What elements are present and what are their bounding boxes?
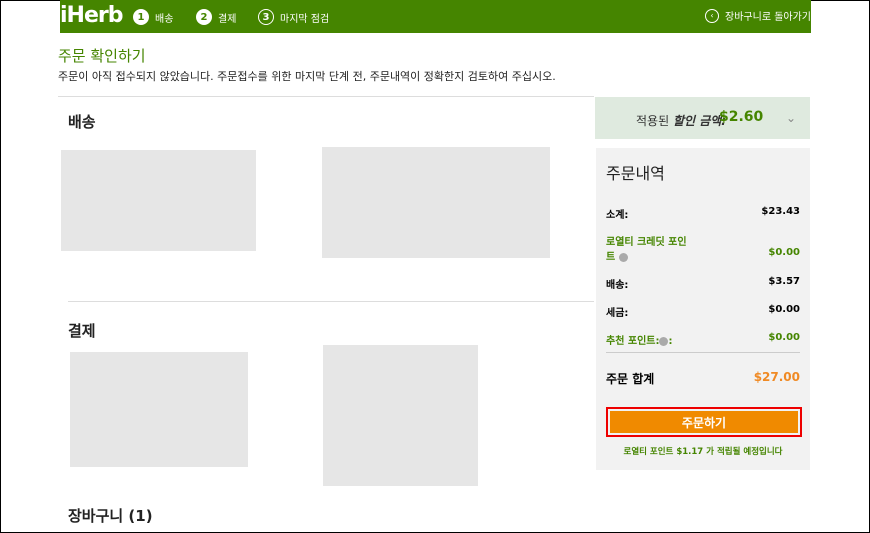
loyalty-credit-row: 로열티 크레딧 포인 트 $0.00 <box>606 233 800 263</box>
shipping-label: 배송: <box>606 280 629 291</box>
page-title: 주문 확인하기 <box>58 47 146 65</box>
referral-points-label: 추천 포인트: <box>606 336 660 347</box>
back-to-cart-label: 장바구니로 돌아가기 <box>725 12 811 23</box>
order-total-value: $27.00 <box>753 370 800 384</box>
order-button-highlight: 주문하기 <box>606 407 802 437</box>
order-total-label: 주문 합계 <box>606 372 655 386</box>
step-label: 마지막 점검 <box>280 13 330 25</box>
shipping-method-placeholder <box>322 147 550 258</box>
place-order-button[interactable]: 주문하기 <box>610 411 798 433</box>
shipping-row: 배송: $3.57 <box>606 276 800 291</box>
step-shipping[interactable]: 1 배송 <box>133 8 173 26</box>
subtotal-value: $23.43 <box>761 206 800 217</box>
step-label: 배송 <box>155 13 174 25</box>
subtotal-row: 소계: $23.43 <box>606 206 800 221</box>
tax-value: $0.00 <box>768 304 800 315</box>
divider <box>68 301 594 302</box>
back-to-cart-link[interactable]: ‹ 장바구니로 돌아가기 <box>705 8 811 23</box>
tax-row: 세금: $0.00 <box>606 304 800 319</box>
referral-points-value: $0.00 <box>768 332 800 343</box>
order-summary-panel: 주문내역 소계: $23.43 로열티 크레딧 포인 트 $0.00 배송: $… <box>596 148 810 470</box>
iherb-logo[interactable]: iHerb <box>60 3 123 28</box>
loyalty-credit-value: $0.00 <box>768 247 800 258</box>
billing-address-placeholder <box>323 345 478 486</box>
order-summary-title: 주문내역 <box>606 164 665 183</box>
order-total-row: 주문 합계 $27.00 <box>606 370 800 387</box>
page-subtitle: 주문이 아직 접수되지 않았습니다. 주문접수를 위한 마지막 단계 전, 주문… <box>58 70 556 83</box>
shipping-address-placeholder <box>61 150 256 251</box>
step-final-review: 3 마지막 점검 <box>258 8 329 26</box>
discount-amount: $2.60 <box>719 109 764 125</box>
payment-method-placeholder <box>70 352 248 467</box>
divider <box>58 96 594 97</box>
payment-section-title: 결제 <box>68 322 96 340</box>
chevron-down-icon[interactable]: ⌄ <box>786 111 796 125</box>
shipping-section-title: 배송 <box>68 113 96 131</box>
cart-section-title: 장바구니 (1) <box>68 507 153 525</box>
chevron-left-icon: ‹ <box>705 8 720 23</box>
subtotal-label: 소계: <box>606 210 629 221</box>
tax-label: 세금: <box>606 308 629 319</box>
checkout-header: iHerb 1 배송 2 결제 3 마지막 점검 ‹ 장바구니로 돌아가기 <box>60 0 811 33</box>
shipping-value: $3.57 <box>768 276 800 287</box>
info-icon[interactable] <box>618 252 628 262</box>
referral-points-row: 추천 포인트:: $0.00 <box>606 332 800 347</box>
step-payment[interactable]: 2 결제 <box>196 8 236 26</box>
discount-label: 적용된 할인 금액: <box>636 114 727 128</box>
step-number: 2 <box>196 9 212 25</box>
step-label: 결제 <box>218 13 237 25</box>
step-number: 1 <box>133 9 149 25</box>
loyalty-credit-label: 로열티 크레딧 포인 <box>606 237 687 248</box>
loyalty-points-note: 로열티 포인트 $1.17 가 적립될 예정입니다 <box>623 447 783 457</box>
loyalty-credit-label-cont: 트 <box>606 252 616 263</box>
divider <box>606 352 800 353</box>
step-number: 3 <box>258 9 274 25</box>
applied-discount-banner[interactable]: 적용된 할인 금액: $2.60 ⌄ <box>595 97 810 139</box>
